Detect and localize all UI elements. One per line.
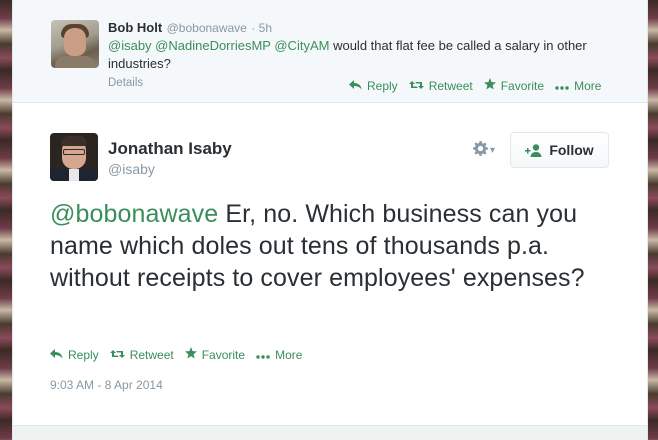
replied-tweet-actions: Reply Retweet Favorite More <box>349 78 601 93</box>
favorite-button[interactable]: Favorite <box>184 347 246 362</box>
reply-button[interactable]: Reply <box>349 79 398 93</box>
tweet-author-fullname[interactable]: Jonathan Isaby <box>108 139 232 159</box>
retweet-label: Retweet <box>129 347 174 362</box>
retweet-button[interactable]: Retweet <box>408 78 473 93</box>
tweet-conversation: Bob Holt @bobonawave · 5h @isaby @Nadine… <box>12 0 648 440</box>
favorite-button[interactable]: Favorite <box>483 78 545 93</box>
replied-tweet[interactable]: Bob Holt @bobonawave · 5h @isaby @Nadine… <box>13 0 647 103</box>
replied-tweet-fullname[interactable]: Bob Holt <box>108 20 162 35</box>
star-icon <box>184 347 197 362</box>
add-user-icon <box>525 143 543 157</box>
reply-button[interactable]: Reply <box>50 348 99 362</box>
more-label: More <box>574 78 602 93</box>
tweet-timestamp[interactable]: 9:03 AM - 8 Apr 2014 <box>50 378 163 392</box>
retweet-label: Retweet <box>428 78 473 93</box>
bob-holt-avatar[interactable] <box>51 20 99 68</box>
retweet-button[interactable]: Retweet <box>109 347 174 362</box>
retweet-icon <box>408 79 424 93</box>
favorite-label: Favorite <box>500 78 545 93</box>
more-label: More <box>275 347 303 362</box>
more-button[interactable]: More <box>555 79 601 93</box>
follow-label: Follow <box>549 142 594 158</box>
reply-box-bar <box>13 425 647 440</box>
reply-arrow-icon <box>349 79 362 93</box>
mention-link[interactable]: @bobonawave <box>50 200 218 228</box>
replied-tweet-time[interactable]: · 5h <box>251 21 272 35</box>
ellipsis-icon <box>555 79 569 93</box>
ellipsis-icon <box>256 348 270 362</box>
details-link[interactable]: Details <box>108 77 143 89</box>
more-button[interactable]: More <box>256 348 302 362</box>
mention-link[interactable]: @CityAM <box>274 38 329 53</box>
replied-tweet-username[interactable]: @bobonawave <box>167 21 247 35</box>
follow-button[interactable]: Follow <box>510 132 609 168</box>
mention-link[interactable]: @isaby <box>108 38 152 53</box>
star-icon <box>483 78 496 93</box>
retweet-icon <box>109 348 125 362</box>
tweet-author-username[interactable]: @isaby <box>108 161 155 177</box>
gear-icon <box>473 141 488 160</box>
tweet-actions: Reply Retweet Favorite More <box>50 347 302 362</box>
chevron-down-icon: ▾ <box>490 145 496 156</box>
reply-label: Reply <box>367 78 398 93</box>
reply-label: Reply <box>68 347 99 362</box>
mention-link[interactable]: @NadineDorriesMP <box>155 38 271 53</box>
user-actions-dropdown[interactable]: ▾ <box>473 141 495 160</box>
replied-tweet-text: @isaby @NadineDorriesMP @CityAM would th… <box>108 37 608 73</box>
tweet-text: @bobonawave Er, no. Which business can y… <box>50 198 625 294</box>
favorite-label: Favorite <box>201 347 246 362</box>
reply-arrow-icon <box>50 348 63 362</box>
replied-tweet-header: Bob Holt @bobonawave · 5h <box>108 19 272 37</box>
background-pattern-left <box>0 0 12 440</box>
jonathan-isaby-avatar[interactable] <box>50 133 98 181</box>
background-pattern-right <box>648 0 658 440</box>
permalink-tweet: Jonathan Isaby @isaby ▾ Follow @bobonawa… <box>13 103 647 425</box>
